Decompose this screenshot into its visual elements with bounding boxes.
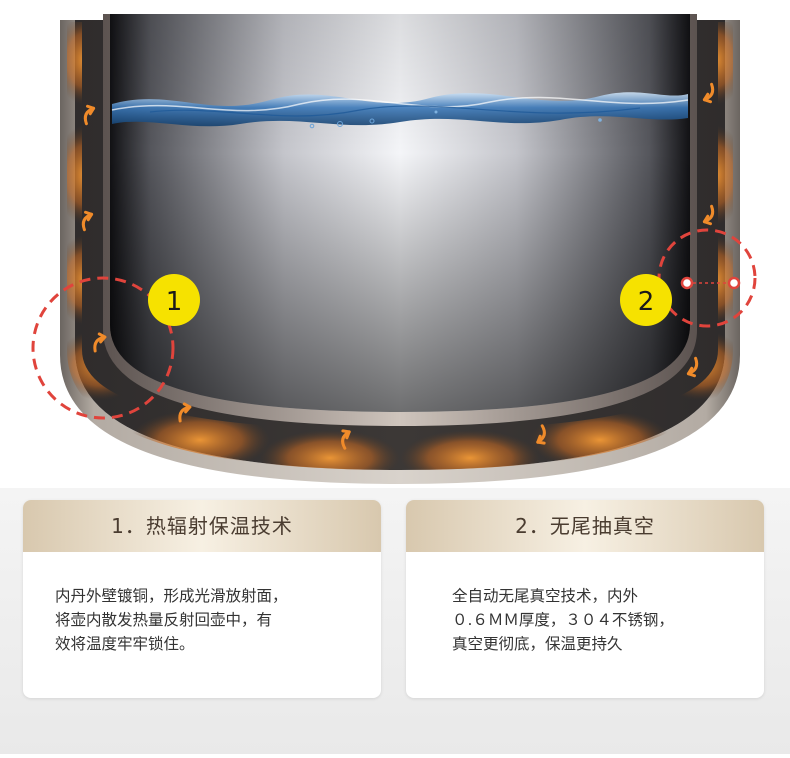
- feature-card-1-line: 将壶内散发热量反射回壶中，有: [55, 611, 273, 629]
- feature-card-1-line: 效将温度牢牢锁住。: [55, 635, 195, 653]
- feature-card-2-body: 全自动无尾真空技术，内外 ０.６ＭＭ厚度，３０４不锈钢， 真空更彻底，保温更持久: [406, 552, 764, 656]
- feature-card-1-title: 1．热辐射保温技术: [23, 500, 381, 552]
- feature-card-2-title: 2．无尾抽真空: [406, 500, 764, 552]
- feature-card-2-line: 全自动无尾真空技术，内外: [452, 587, 639, 605]
- badge-1-label: 1: [166, 287, 183, 317]
- feature-card-2-line: ０.６ＭＭ厚度，３０４不锈钢，: [452, 611, 674, 629]
- badge-2-label: 2: [638, 287, 655, 317]
- feature-card-1: 1．热辐射保温技术 内丹外壁镀铜，形成光滑放射面， 将壶内散发热量反射回壶中，有…: [23, 500, 381, 698]
- feature-card-2: 2．无尾抽真空 全自动无尾真空技术，内外 ０.６ＭＭ厚度，３０４不锈钢， 真空更…: [406, 500, 764, 698]
- feature-card-2-line: 真空更彻底，保温更持久: [452, 635, 623, 653]
- feature-card-1-line: 内丹外壁镀铜，形成光滑放射面，: [55, 587, 288, 605]
- feature-card-1-body: 内丹外壁镀铜，形成光滑放射面， 将壶内散发热量反射回壶中，有 效将温度牢牢锁住。: [23, 552, 381, 656]
